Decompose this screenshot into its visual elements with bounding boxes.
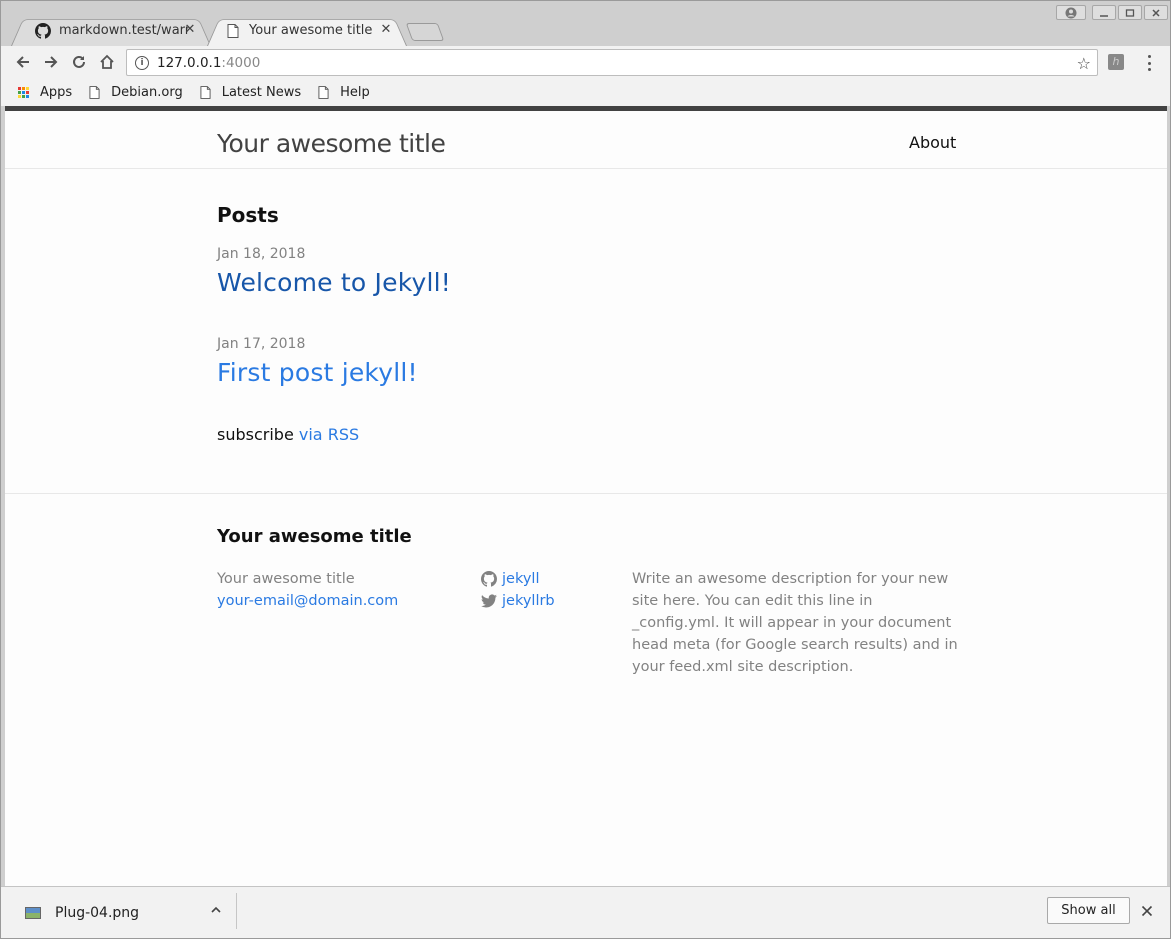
close-icon[interactable]: ✕ xyxy=(379,23,393,37)
post-link[interactable]: Welcome to Jekyll! xyxy=(217,268,451,297)
address-bar[interactable]: i 127.0.0.1:4000 ☆ xyxy=(126,49,1098,76)
minimize-button[interactable] xyxy=(1092,5,1116,20)
twitter-icon xyxy=(481,594,497,608)
bookmark-label: Debian.org xyxy=(111,85,183,100)
download-item[interactable]: Plug-04.png xyxy=(21,897,234,929)
reload-icon xyxy=(73,55,85,68)
browser-toolbar: i 127.0.0.1:4000 ☆ h xyxy=(1,46,1170,79)
post-link[interactable]: First post jekyll! xyxy=(217,358,418,387)
image-file-icon xyxy=(25,907,41,919)
bookmark-label: Latest News xyxy=(221,85,302,100)
bookmarks-bar: Apps Debian.org Latest News Help xyxy=(1,79,1170,106)
web-page: Your awesome title About Posts Jan 18, 2… xyxy=(5,106,1167,886)
post-date: Jan 17, 2018 xyxy=(217,336,306,352)
close-icon[interactable]: ✕ xyxy=(183,23,197,37)
tab-your-awesome-title[interactable]: Your awesome title ✕ xyxy=(207,15,407,46)
twitter-link[interactable]: jekyllrb xyxy=(481,590,555,612)
tab-label: Your awesome title xyxy=(249,23,373,38)
subscribe-text: subscribe xyxy=(217,425,294,444)
posts-heading: Posts xyxy=(217,203,279,227)
download-shelf: Plug-04.png Show all xyxy=(1,886,1170,938)
nav-about-link[interactable]: About xyxy=(909,133,956,152)
info-icon[interactable]: i xyxy=(135,55,149,70)
github-username[interactable]: jekyll xyxy=(502,568,539,590)
browser-menu-button[interactable] xyxy=(1142,54,1156,72)
post-item: Jan 17, 2018 First post jekyll! xyxy=(217,336,418,387)
post-date: Jan 18, 2018 xyxy=(217,246,306,262)
footer-contact: Your awesome title your-email@domain.com xyxy=(217,568,398,612)
footer-description: Write an awesome description for your ne… xyxy=(632,571,958,675)
bookmark-latest-news[interactable]: Latest News xyxy=(199,85,301,100)
footer-email-link[interactable]: your-email@domain.com xyxy=(217,590,398,612)
site-header: Your awesome title About xyxy=(5,111,1167,169)
bookmark-star-icon[interactable]: ☆ xyxy=(1077,54,1091,73)
github-link[interactable]: jekyll xyxy=(481,568,555,590)
reload-button[interactable] xyxy=(69,52,89,72)
extension-icon[interactable]: h xyxy=(1108,54,1124,70)
bookmark-label: Help xyxy=(340,85,370,100)
tab-strip: markdown.test/warni ✕ Your awesome title… xyxy=(1,1,1170,46)
rss-link[interactable]: via RSS xyxy=(299,425,359,444)
bookmark-debian[interactable]: Debian.org xyxy=(88,85,183,100)
browser-window: markdown.test/warni ✕ Your awesome title… xyxy=(0,0,1171,939)
footer-site-name: Your awesome title xyxy=(217,571,355,587)
post-item: Jan 18, 2018 Welcome to Jekyll! xyxy=(217,246,451,297)
back-arrow-icon xyxy=(16,56,29,68)
apps-grid-icon xyxy=(17,86,30,99)
page-icon xyxy=(317,86,330,99)
url-text: 127.0.0.1:4000 xyxy=(157,54,261,71)
twitter-username[interactable]: jekyllrb xyxy=(502,590,555,612)
github-icon xyxy=(35,22,51,39)
site-title[interactable]: Your awesome title xyxy=(217,129,446,158)
close-window-button[interactable] xyxy=(1144,5,1168,20)
github-icon xyxy=(481,571,497,587)
bookmark-label: Apps xyxy=(40,85,73,100)
new-tab-button[interactable] xyxy=(405,23,445,41)
show-all-button[interactable]: Show all xyxy=(1047,897,1130,924)
back-button[interactable] xyxy=(13,52,33,72)
tab-markdown-test[interactable]: markdown.test/warni ✕ xyxy=(11,15,211,46)
bookmark-help[interactable]: Help xyxy=(317,85,370,100)
chevron-up-icon[interactable] xyxy=(210,904,222,920)
close-icon[interactable] xyxy=(1141,902,1153,921)
home-icon xyxy=(100,54,114,69)
download-filename: Plug-04.png xyxy=(55,905,140,921)
bookmark-apps[interactable]: Apps xyxy=(17,85,72,100)
shelf-divider xyxy=(236,893,237,929)
footer-social: jekyll jekyllrb xyxy=(481,568,555,612)
tab-label: markdown.test/warni xyxy=(59,23,189,38)
profile-button[interactable] xyxy=(1056,5,1086,20)
maximize-button[interactable] xyxy=(1118,5,1142,20)
forward-button[interactable] xyxy=(41,52,61,72)
forward-arrow-icon xyxy=(45,56,58,68)
home-button[interactable] xyxy=(97,52,117,72)
page-icon xyxy=(225,23,241,39)
page-icon xyxy=(88,86,101,99)
footer-heading: Your awesome title xyxy=(217,526,412,547)
subscribe-line: subscribe via RSS xyxy=(217,425,359,444)
site-footer: Your awesome title Your awesome title yo… xyxy=(5,493,1167,886)
page-icon xyxy=(199,86,212,99)
